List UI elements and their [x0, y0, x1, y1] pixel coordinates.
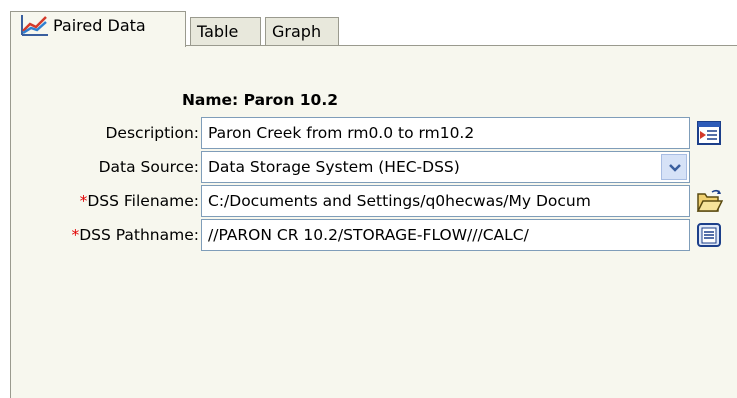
select-pathname-button[interactable]: [695, 221, 723, 249]
data-source-row: Data Source: Data Storage System (HEC-DS…: [11, 151, 737, 183]
dss-filename-field[interactable]: C:/Documents and Settings/q0hecwas/My Do…: [201, 185, 690, 217]
chart-line-icon: [19, 13, 49, 37]
description-row: Description: Paron Creek from rm0.0 to r…: [11, 117, 737, 149]
tab-strip: Paired Data Table Graph: [10, 8, 737, 47]
dss-pathname-row: *DSS Pathname: //PARON CR 10.2/STORAGE-F…: [11, 219, 737, 251]
tab-paired-data[interactable]: Paired Data: [10, 11, 186, 47]
edit-description-icon: [697, 121, 721, 145]
tab-graph[interactable]: Graph: [265, 17, 339, 46]
description-label: Description:: [105, 124, 200, 142]
dss-pathname-label: *DSS Pathname:: [71, 219, 199, 251]
tab-table-label: Table: [197, 22, 239, 41]
dss-filename-label: *DSS Filename:: [80, 185, 199, 217]
name-label: Name: Paron 10.2: [181, 91, 338, 109]
edit-description-button[interactable]: [695, 119, 723, 147]
dss-pathname-field[interactable]: //PARON CR 10.2/STORAGE-FLOW///CALC/: [201, 219, 690, 251]
data-source-dropdown-button[interactable]: [661, 154, 687, 180]
paired-data-panel: Paired Data Table Graph Name: Paron 10.2…: [0, 0, 737, 398]
data-source-value: Data Storage System (HEC-DSS): [208, 158, 460, 176]
tab-table[interactable]: Table: [190, 17, 261, 46]
dss-pathname-label-text: DSS Pathname:: [79, 226, 199, 244]
select-list-icon: [697, 223, 721, 247]
browse-filename-button[interactable]: [695, 187, 724, 215]
tab-paired-data-label: Paired Data: [53, 16, 146, 35]
dss-filename-label-text: DSS Filename:: [87, 192, 199, 210]
chevron-down-icon: [669, 164, 681, 172]
dss-filename-row: *DSS Filename: C:/Documents and Settings…: [11, 185, 737, 217]
description-field[interactable]: Paron Creek from rm0.0 to rm10.2: [201, 117, 690, 149]
open-folder-icon: [696, 189, 724, 212]
name-row: Name: Paron 10.2: [11, 84, 737, 116]
tab-graph-label: Graph: [272, 22, 322, 41]
paired-data-content: Name: Paron 10.2 Description: Paron Cree…: [10, 45, 737, 398]
data-source-label: Data Source:: [98, 158, 199, 176]
data-source-select[interactable]: Data Storage System (HEC-DSS): [201, 151, 690, 183]
